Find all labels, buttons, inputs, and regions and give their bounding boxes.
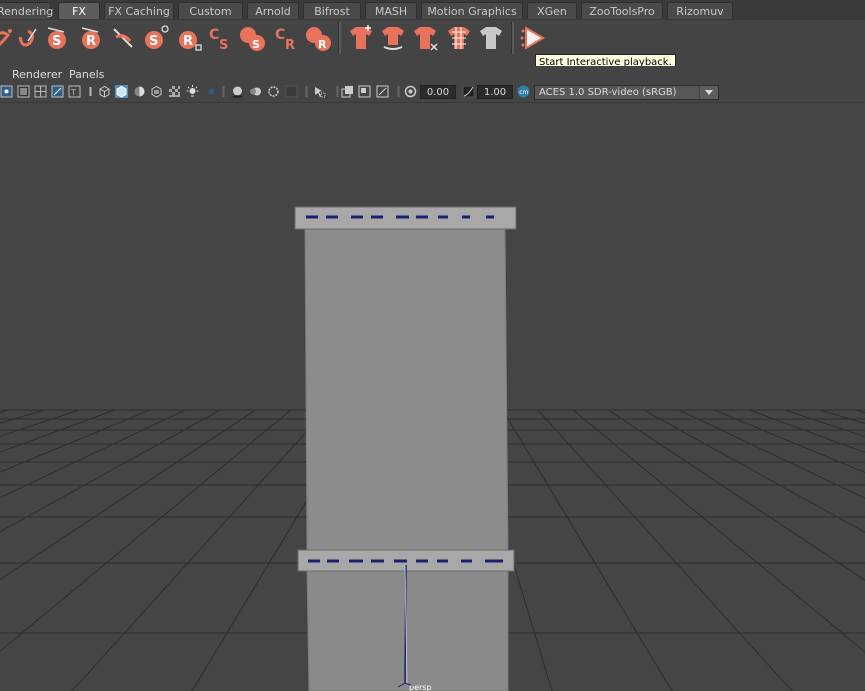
soft-constraint-icon[interactable]: S — [140, 23, 170, 53]
grid-line — [71, 409, 327, 691]
xray-icon[interactable] — [168, 85, 181, 98]
panel-menu-bar: Renderer Panels — [0, 66, 865, 83]
tab-fx[interactable]: FX — [58, 2, 100, 19]
grid-line — [537, 409, 793, 691]
chevron-down-icon[interactable] — [699, 86, 718, 99]
motion-blur-icon[interactable] — [249, 85, 262, 98]
camera-label: persp — [409, 683, 432, 691]
grid-view-icon[interactable] — [34, 85, 47, 98]
image-plane-icon[interactable] — [17, 85, 30, 98]
divider-icon — [217, 85, 230, 98]
grid-line — [502, 409, 673, 691]
depth-of-field-icon[interactable] — [285, 85, 298, 98]
textured-icon[interactable] — [150, 85, 163, 98]
svg-text:R: R — [86, 34, 96, 49]
tab-zootoolspro[interactable]: ZooToolsPro — [581, 2, 663, 19]
gamma-icon[interactable] — [462, 85, 475, 98]
color-space-dropdown[interactable]: ACES 1.0 SDR-video (sRGB) — [534, 85, 719, 100]
svg-text:S: S — [149, 34, 158, 49]
panel-toolbar: T 0.00 1.00 cm ACES 1.0 SDR-video (sRGB) — [0, 84, 865, 103]
grid-line — [678, 409, 865, 499]
tab-custom[interactable]: Custom — [178, 2, 243, 19]
cr-icon[interactable]: R — [304, 23, 334, 53]
ncloth-mesh-icon[interactable] — [444, 23, 474, 53]
menu-renderer[interactable]: Renderer — [12, 68, 62, 81]
svg-text:C: C — [275, 27, 285, 43]
field-icon[interactable] — [108, 23, 138, 53]
soft-body-icon[interactable]: S — [42, 23, 72, 53]
svg-text:S: S — [219, 38, 228, 53]
divider-icon — [300, 85, 313, 98]
svg-text:C: C — [209, 27, 219, 43]
tab-rendering[interactable]: Rendering — [0, 2, 53, 19]
create-ncloth-icon[interactable] — [346, 23, 376, 53]
ncloth-plain-icon[interactable] — [476, 23, 506, 53]
tab-fx-caching[interactable]: FX Caching — [104, 2, 174, 19]
tab-xgen[interactable]: XGen — [527, 2, 577, 19]
grid-line — [0, 409, 80, 437]
grid-line — [0, 409, 186, 499]
create-soft-icon[interactable]: CS — [206, 23, 236, 53]
svg-text:T: T — [70, 88, 76, 97]
screen-ao-icon[interactable] — [231, 85, 244, 98]
exposure-icon[interactable] — [404, 85, 417, 98]
hud-icon[interactable] — [358, 85, 371, 98]
exposure-field[interactable]: 0.00 — [420, 85, 456, 99]
ncloth-collide-icon[interactable] — [378, 23, 408, 53]
cs-icon[interactable]: S — [238, 23, 268, 53]
tab-arnold[interactable]: Arnold — [247, 2, 299, 19]
remove-ncloth-icon[interactable] — [410, 23, 440, 53]
svg-text:R: R — [318, 38, 327, 51]
emitter-icon[interactable] — [12, 23, 42, 53]
rigid-body-icon[interactable]: R — [76, 23, 106, 53]
grid-line — [0, 409, 45, 424]
column-front-face — [304, 227, 509, 552]
rigid-constraint-icon[interactable]: R — [174, 23, 204, 53]
create-rigid-icon[interactable]: CR — [272, 23, 302, 53]
camera-attributes-icon[interactable] — [0, 85, 13, 98]
column-lower-face — [306, 568, 509, 691]
color-management-icon[interactable]: cm — [517, 85, 530, 98]
interactive-playback-icon[interactable] — [518, 23, 548, 53]
grid-line — [819, 409, 865, 425]
grid-line — [0, 409, 150, 473]
fx-shelf: S R S R CS S CR R — [0, 20, 865, 58]
tab-mash[interactable]: MASH — [365, 2, 417, 19]
wireframe-icon[interactable] — [98, 85, 111, 98]
default-material-icon[interactable] — [133, 85, 146, 98]
tab-bifrost[interactable]: Bifrost — [303, 2, 361, 19]
perspective-viewport[interactable]: persp — [0, 103, 865, 691]
tab-motion-graphics[interactable]: Motion Graphics — [421, 2, 523, 19]
shelf-tab-bar: Rendering FX FX Caching Custom Arnold Bi… — [0, 0, 865, 21]
gate-mask-icon[interactable] — [84, 85, 97, 98]
gamma-field[interactable]: 1.00 — [477, 85, 513, 99]
shelf-separator — [511, 22, 514, 54]
shelf-separator — [338, 22, 341, 54]
grid-line — [784, 409, 865, 438]
lights-icon[interactable] — [186, 85, 199, 98]
grid-line — [714, 409, 865, 474]
snapshot-icon[interactable] — [341, 85, 354, 98]
isolate-select-icon[interactable] — [313, 85, 326, 98]
resolution-gate-icon[interactable]: T — [68, 85, 81, 98]
tab-rizomuv[interactable]: Rizomuv — [667, 2, 733, 19]
svg-text:R: R — [183, 34, 193, 49]
resolution-icon[interactable] — [376, 85, 389, 98]
smooth-shade-icon[interactable] — [115, 85, 128, 98]
svg-text:R: R — [285, 38, 295, 53]
grid-line — [0, 409, 115, 453]
svg-text:cm: cm — [519, 89, 528, 96]
film-gate-icon[interactable] — [51, 85, 64, 98]
svg-text:S: S — [52, 34, 61, 49]
color-space-label: ACES 1.0 SDR-video (sRGB) — [539, 87, 677, 98]
anti-aliasing-icon[interactable] — [267, 85, 280, 98]
viewport-canvas — [0, 206, 865, 691]
svg-text:S: S — [252, 38, 260, 51]
menu-panels[interactable]: Panels — [69, 68, 104, 81]
